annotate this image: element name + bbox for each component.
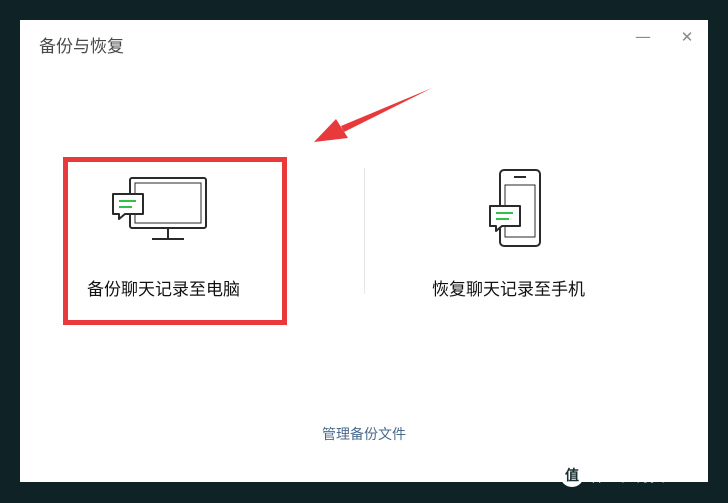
- restore-to-phone-label: 恢复聊天记录至手机: [432, 280, 585, 300]
- watermark-logo-icon: 值: [560, 463, 584, 487]
- backup-restore-dialog: 备份与恢复 — ✕ 备份聊天记录至电脑 恢复聊天记录至手机 管理备份文件: [20, 20, 708, 482]
- monitor-chat-icon: [112, 177, 207, 240]
- close-button[interactable]: ✕: [676, 26, 698, 48]
- restore-to-phone-option[interactable]: 恢复聊天记录至手机: [408, 162, 638, 312]
- dialog-title: 备份与恢复: [39, 37, 124, 57]
- phone-chat-icon: [489, 169, 541, 247]
- watermark-text: 什么值得买: [590, 466, 666, 485]
- minimize-button[interactable]: —: [632, 26, 654, 48]
- watermark: 值 什么值得买: [560, 462, 665, 488]
- options-divider: [364, 168, 365, 294]
- manage-backup-files-link[interactable]: 管理备份文件: [20, 424, 708, 444]
- backup-to-pc-label: 备份聊天记录至电脑: [87, 280, 240, 300]
- backup-to-pc-option[interactable]: 备份聊天记录至电脑: [68, 162, 278, 312]
